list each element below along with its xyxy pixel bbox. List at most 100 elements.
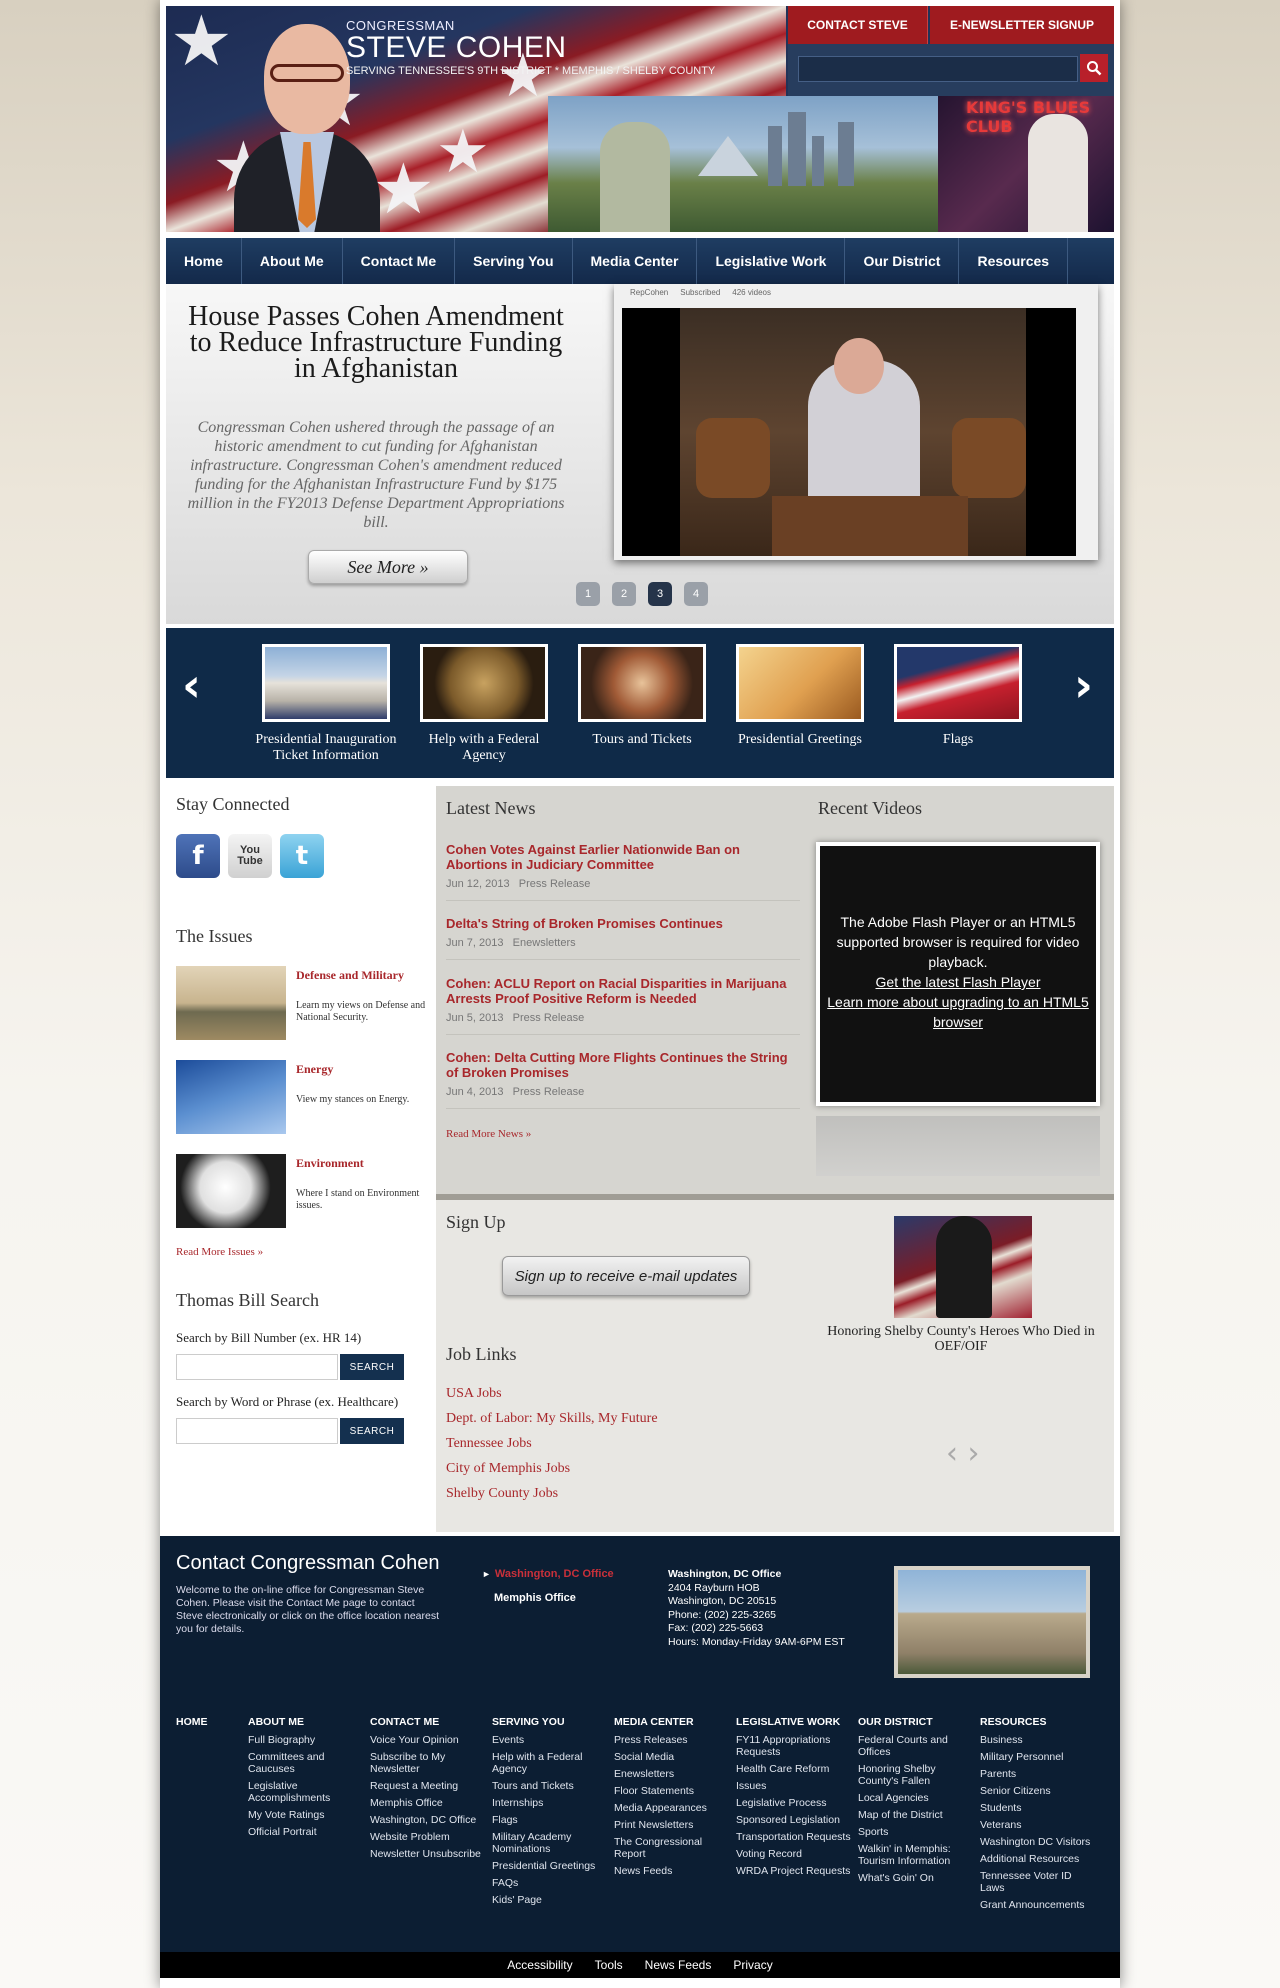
office-tab-dc[interactable]: ► Washington, DC Office xyxy=(482,1568,614,1580)
footer-link[interactable]: Press Releases xyxy=(614,1734,730,1746)
footer-link[interactable]: Legislative Process xyxy=(736,1797,852,1809)
footer-column-heading[interactable]: RESOURCES xyxy=(980,1716,1096,1728)
subscribed-badge[interactable]: Subscribed xyxy=(680,288,720,297)
read-more-issues-link[interactable]: Read More Issues » xyxy=(176,1246,263,1258)
footer-link[interactable]: Social Media xyxy=(614,1751,730,1763)
slide-page-3[interactable]: 3 xyxy=(648,582,672,606)
footer-link[interactable]: Subscribe to My Newsletter xyxy=(370,1751,486,1775)
footer-link[interactable]: Media Appearances xyxy=(614,1802,730,1814)
footer-column-heading[interactable]: MEDIA CENTER xyxy=(614,1716,730,1728)
footer-link[interactable]: Military Personnel xyxy=(980,1751,1096,1763)
twitter-icon[interactable]: t xyxy=(280,834,324,878)
nav-contact-me[interactable]: Contact Me xyxy=(343,238,456,284)
news-item[interactable]: Cohen: ACLU Report on Racial Disparities… xyxy=(446,976,800,1035)
job-link-usa-jobs[interactable]: USA Jobs xyxy=(446,1386,502,1402)
footer-link[interactable]: Official Portrait xyxy=(248,1826,364,1838)
footer-link[interactable]: WRDA Project Requests xyxy=(736,1865,852,1877)
channel-name[interactable]: RepCohen xyxy=(630,288,668,297)
search-button[interactable] xyxy=(1080,54,1108,82)
footer-link[interactable]: Floor Statements xyxy=(614,1785,730,1797)
footer-link[interactable]: Students xyxy=(980,1802,1096,1814)
footer-link[interactable]: Website Problem xyxy=(370,1831,486,1843)
footer-link[interactable]: Full Biography xyxy=(248,1734,364,1746)
footer-link[interactable]: Legislative Accomplishments xyxy=(248,1780,364,1804)
nav-our-district[interactable]: Our District xyxy=(845,238,960,284)
footer-column-heading[interactable]: SERVING YOU xyxy=(492,1716,608,1728)
honor-slider-arrows[interactable]: ‹ › xyxy=(946,1436,980,1471)
footer-link[interactable]: What's Goin' On xyxy=(858,1872,974,1884)
footer-link[interactable]: Internships xyxy=(492,1797,608,1809)
footer-link[interactable]: Map of the District xyxy=(858,1809,974,1821)
footer-link[interactable]: My Vote Ratings xyxy=(248,1809,364,1821)
bill-word-input[interactable] xyxy=(176,1418,338,1444)
nav-about-me[interactable]: About Me xyxy=(242,238,343,284)
privacy-link[interactable]: Privacy xyxy=(733,1958,772,1972)
footer-link[interactable]: Honoring Shelby County's Fallen xyxy=(858,1763,974,1787)
footer-column-heading[interactable]: CONTACT ME xyxy=(370,1716,486,1728)
footer-link[interactable]: News Feeds xyxy=(614,1865,730,1877)
tools-link[interactable]: Tools xyxy=(595,1958,623,1972)
footer-link[interactable]: Veterans xyxy=(980,1819,1096,1831)
footer-link[interactable]: Federal Courts and Offices xyxy=(858,1734,974,1758)
footer-link[interactable]: Health Care Reform xyxy=(736,1763,852,1775)
footer-column-heading[interactable]: OUR DISTRICT xyxy=(858,1716,974,1728)
honor-caption[interactable]: Honoring Shelby County's Heroes Who Died… xyxy=(818,1324,1104,1354)
footer-column-heading[interactable]: LEGISLATIVE WORK xyxy=(736,1716,852,1728)
footer-link[interactable]: Additional Resources xyxy=(980,1853,1096,1865)
footer-link[interactable]: Memphis Office xyxy=(370,1797,486,1809)
carousel-item-greetings[interactable]: Presidential Greetings xyxy=(726,644,874,766)
footer-link[interactable]: Presidential Greetings xyxy=(492,1860,608,1872)
soldier-flag-image[interactable] xyxy=(894,1216,1032,1318)
footer-link[interactable]: Kids' Page xyxy=(492,1894,608,1906)
nav-legislative-work[interactable]: Legislative Work xyxy=(697,238,846,284)
youtube-icon[interactable]: You Tube xyxy=(228,834,272,878)
footer-link[interactable]: Transportation Requests xyxy=(736,1831,852,1843)
footer-link[interactable]: Voting Record xyxy=(736,1848,852,1860)
footer-link[interactable]: Grant Announcements xyxy=(980,1899,1096,1911)
footer-link[interactable]: Washington DC Visitors xyxy=(980,1836,1096,1848)
carousel-item-federal-agency[interactable]: Help with a Federal Agency xyxy=(410,644,558,766)
bill-word-search-button[interactable]: SEARCH xyxy=(340,1418,404,1444)
footer-link[interactable]: Committees and Caucuses xyxy=(248,1751,364,1775)
footer-link[interactable]: Washington, DC Office xyxy=(370,1814,486,1826)
footer-link[interactable]: Newsletter Unsubscribe xyxy=(370,1848,486,1860)
video-count[interactable]: 426 videos xyxy=(732,288,771,297)
see-more-button[interactable]: See More » xyxy=(308,550,468,584)
issue-defense[interactable]: Defense and Military Learn my views on D… xyxy=(176,966,426,1040)
footer-link[interactable]: Parents xyxy=(980,1768,1096,1780)
footer-link[interactable]: FY11 Appropriations Requests xyxy=(736,1734,852,1758)
carousel-item-flags[interactable]: Flags xyxy=(884,644,1032,766)
job-link-memphis[interactable]: City of Memphis Jobs xyxy=(446,1461,570,1477)
search-input[interactable] xyxy=(798,56,1078,82)
issue-title[interactable]: Defense and Military xyxy=(296,968,426,982)
nav-home[interactable]: Home xyxy=(166,238,242,284)
footer-column-heading[interactable]: ABOUT ME xyxy=(248,1716,364,1728)
bill-number-search-button[interactable]: SEARCH xyxy=(340,1354,404,1380)
footer-link[interactable]: Senior Citizens xyxy=(980,1785,1096,1797)
video-controls[interactable] xyxy=(816,1116,1100,1176)
carousel-item-inauguration[interactable]: Presidential Inauguration Ticket Informa… xyxy=(252,644,400,766)
news-feeds-link[interactable]: News Feeds xyxy=(645,1958,712,1972)
footer-link[interactable]: FAQs xyxy=(492,1877,608,1889)
footer-link[interactable]: Help with a Federal Agency xyxy=(492,1751,608,1775)
email-signup-button[interactable]: Sign up to receive e-mail updates xyxy=(502,1256,750,1296)
nav-serving-you[interactable]: Serving You xyxy=(455,238,573,284)
nav-media-center[interactable]: Media Center xyxy=(573,238,698,284)
footer-link[interactable]: Sponsored Legislation xyxy=(736,1814,852,1826)
footer-link[interactable]: Request a Meeting xyxy=(370,1780,486,1792)
footer-link[interactable]: Sports xyxy=(858,1826,974,1838)
carousel-item-tours[interactable]: Tours and Tickets xyxy=(568,644,716,766)
job-link-shelby[interactable]: Shelby County Jobs xyxy=(446,1486,558,1502)
nav-resources[interactable]: Resources xyxy=(959,238,1069,284)
news-title[interactable]: Cohen: ACLU Report on Racial Disparities… xyxy=(446,976,800,1006)
footer-link[interactable]: Tennessee Voter ID Laws xyxy=(980,1870,1096,1894)
facebook-icon[interactable]: f xyxy=(176,834,220,878)
news-item[interactable]: Cohen: Delta Cutting More Flights Contin… xyxy=(446,1050,800,1109)
get-flash-link[interactable]: Get the latest Flash Player xyxy=(820,972,1096,992)
upgrade-browser-link[interactable]: Learn more about upgrading to an HTML5 b… xyxy=(820,992,1096,1032)
carousel-next-arrow[interactable]: › xyxy=(1074,658,1093,712)
footer-link[interactable]: Print Newsletters xyxy=(614,1819,730,1831)
issue-energy[interactable]: Energy View my stances on Energy. xyxy=(176,1060,426,1134)
footer-link[interactable]: Issues xyxy=(736,1780,852,1792)
slide-page-2[interactable]: 2 xyxy=(612,582,636,606)
